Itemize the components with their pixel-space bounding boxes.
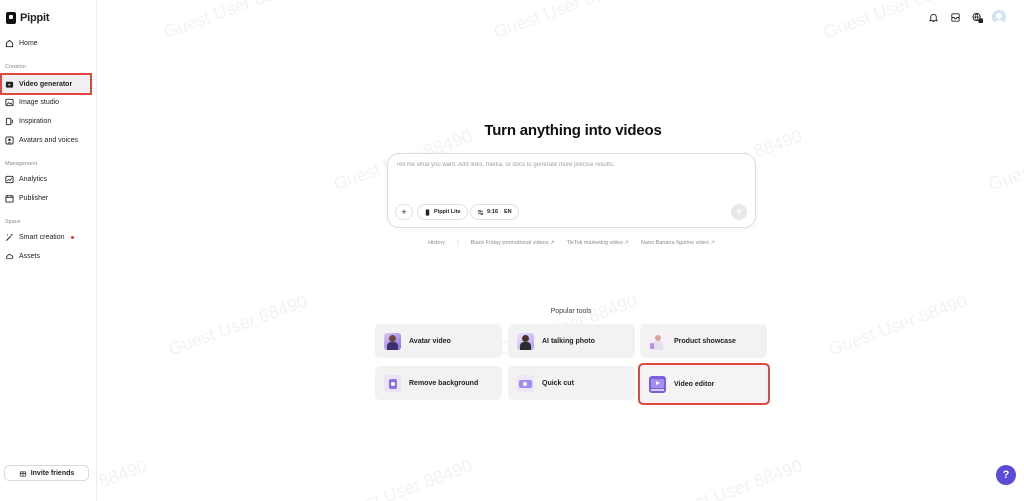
app-logo[interactable]: Pippit bbox=[6, 12, 50, 24]
section-label-space: Space bbox=[5, 219, 21, 225]
watermark: Guest User 88490 bbox=[660, 455, 805, 501]
model-label: Pippit Lite bbox=[434, 209, 461, 215]
suggestion-row: History | Black Friday promotional video… bbox=[387, 240, 756, 246]
talking-photo-thumb bbox=[517, 332, 534, 350]
sidebar-item-image-studio[interactable]: Image studio bbox=[0, 93, 92, 112]
avatar-icon bbox=[5, 136, 14, 145]
app-name: Pippit bbox=[20, 12, 50, 24]
watermark: Guest User 88490 bbox=[330, 455, 475, 501]
tool-avatar-video[interactable]: Avatar video bbox=[375, 324, 502, 358]
add-attachment-button[interactable]: + bbox=[395, 204, 413, 220]
sidebar-item-avatars-and-voices[interactable]: Avatars and voices bbox=[0, 131, 92, 150]
avatar[interactable] bbox=[992, 10, 1006, 24]
sidebar-item-analytics[interactable]: Analytics bbox=[0, 170, 92, 189]
language-icon bbox=[971, 12, 983, 23]
bell-icon bbox=[928, 13, 938, 22]
prompt-box: + Pippit Lite 9:16 EN bbox=[387, 153, 756, 228]
sidebar-item-inspiration[interactable]: Inspiration bbox=[0, 112, 92, 131]
cloud-icon bbox=[5, 254, 14, 260]
sidebar-item-label: Analytics bbox=[19, 176, 48, 183]
sidebar-item-publisher[interactable]: Publisher bbox=[0, 189, 92, 208]
popular-tools-heading: Popular tools bbox=[550, 308, 592, 315]
pippit-logo-icon bbox=[6, 12, 16, 24]
tool-label: Remove background bbox=[409, 379, 479, 387]
arrow-up-icon bbox=[736, 208, 742, 215]
tool-video-editor[interactable]: Video editor bbox=[638, 363, 770, 405]
sidebar-item-label: Video generator bbox=[19, 80, 73, 88]
help-button[interactable]: ? bbox=[996, 465, 1016, 485]
video-generator-icon bbox=[5, 81, 14, 88]
avatar-video-thumb bbox=[384, 332, 401, 350]
tool-product-showcase[interactable]: Product showcase bbox=[640, 324, 767, 358]
watermark: Guest User 88490 bbox=[490, 0, 635, 43]
sidebar-item-label: Assets bbox=[19, 253, 41, 260]
language-label: EN bbox=[504, 209, 512, 215]
remove-background-thumb bbox=[384, 374, 401, 392]
watermark: Guest User 88490 bbox=[160, 0, 305, 43]
page-title: Turn anything into videos bbox=[484, 122, 662, 139]
sidebar-item-label: Publisher bbox=[19, 195, 49, 202]
invite-friends-button[interactable]: Invite friends bbox=[4, 465, 89, 481]
home-icon bbox=[5, 39, 14, 48]
sidebar-item-label: Avatars and voices bbox=[19, 137, 79, 144]
sliders-icon bbox=[477, 209, 484, 215]
sidebar-item-label: Inspiration bbox=[19, 118, 52, 125]
aspect-ratio-label: 9:16 bbox=[487, 209, 499, 215]
new-badge-dot bbox=[70, 236, 74, 239]
sidebar-item-smart-creation[interactable]: Smart creation bbox=[0, 228, 92, 247]
prompt-input[interactable] bbox=[396, 162, 746, 168]
watermark: Guest User 88490 bbox=[825, 290, 970, 360]
model-selector[interactable]: Pippit Lite bbox=[417, 204, 468, 220]
settings-selector[interactable]: 9:16 EN bbox=[470, 204, 519, 220]
sidebar-item-video-generator[interactable]: Video generator bbox=[0, 73, 92, 95]
phone-icon bbox=[425, 208, 430, 216]
image-icon bbox=[5, 98, 14, 107]
sidebar-item-label: Smart creation bbox=[19, 234, 65, 241]
language-button[interactable] bbox=[970, 10, 984, 24]
sidebar: Pippit Home Creation Video generator Ima… bbox=[0, 0, 97, 501]
history-link[interactable]: History bbox=[428, 240, 445, 246]
magic-wand-icon bbox=[5, 233, 13, 242]
tool-quick-cut[interactable]: Quick cut bbox=[508, 366, 635, 400]
notifications-button[interactable] bbox=[926, 10, 940, 24]
tool-label: Quick cut bbox=[542, 379, 574, 387]
suggestion-chip[interactable]: TikTok marketing video ↗ bbox=[567, 240, 629, 246]
inbox-button[interactable] bbox=[948, 10, 962, 24]
lightbulb-icon bbox=[5, 117, 14, 126]
inbox-icon bbox=[950, 12, 960, 22]
suggestion-chip[interactable]: Nano Banana figurine video ↗ bbox=[641, 240, 715, 246]
sidebar-item-label: Home bbox=[19, 40, 38, 47]
chart-icon bbox=[5, 175, 14, 184]
suggestion-chip[interactable]: Black Friday promotional videos ↗ bbox=[471, 240, 555, 246]
tool-ai-talking-photo[interactable]: AI talking photo bbox=[508, 324, 635, 358]
watermark: Guest User 88490 bbox=[985, 126, 1024, 195]
sidebar-item-home[interactable]: Home bbox=[0, 34, 92, 53]
sidebar-item-label: Image studio bbox=[19, 99, 60, 106]
section-label-management: Management bbox=[5, 161, 38, 167]
calendar-icon bbox=[5, 194, 14, 203]
invite-friends-label: Invite friends bbox=[30, 469, 75, 477]
sidebar-item-assets[interactable]: Assets bbox=[0, 247, 92, 266]
separator: | bbox=[457, 240, 459, 246]
quick-cut-thumb bbox=[517, 374, 534, 392]
section-label-creation: Creation bbox=[5, 64, 26, 70]
topbar-actions bbox=[926, 10, 1006, 24]
tool-label: AI talking photo bbox=[542, 337, 595, 345]
tool-label: Product showcase bbox=[674, 337, 736, 345]
tool-label: Video editor bbox=[674, 380, 715, 388]
product-showcase-thumb bbox=[649, 332, 666, 350]
video-editor-thumb bbox=[649, 375, 666, 393]
tool-label: Avatar video bbox=[409, 337, 451, 345]
watermark: Guest User 88490 bbox=[165, 290, 310, 360]
gift-icon bbox=[19, 471, 26, 477]
send-button[interactable] bbox=[731, 204, 747, 220]
tool-remove-background[interactable]: Remove background bbox=[375, 366, 502, 400]
